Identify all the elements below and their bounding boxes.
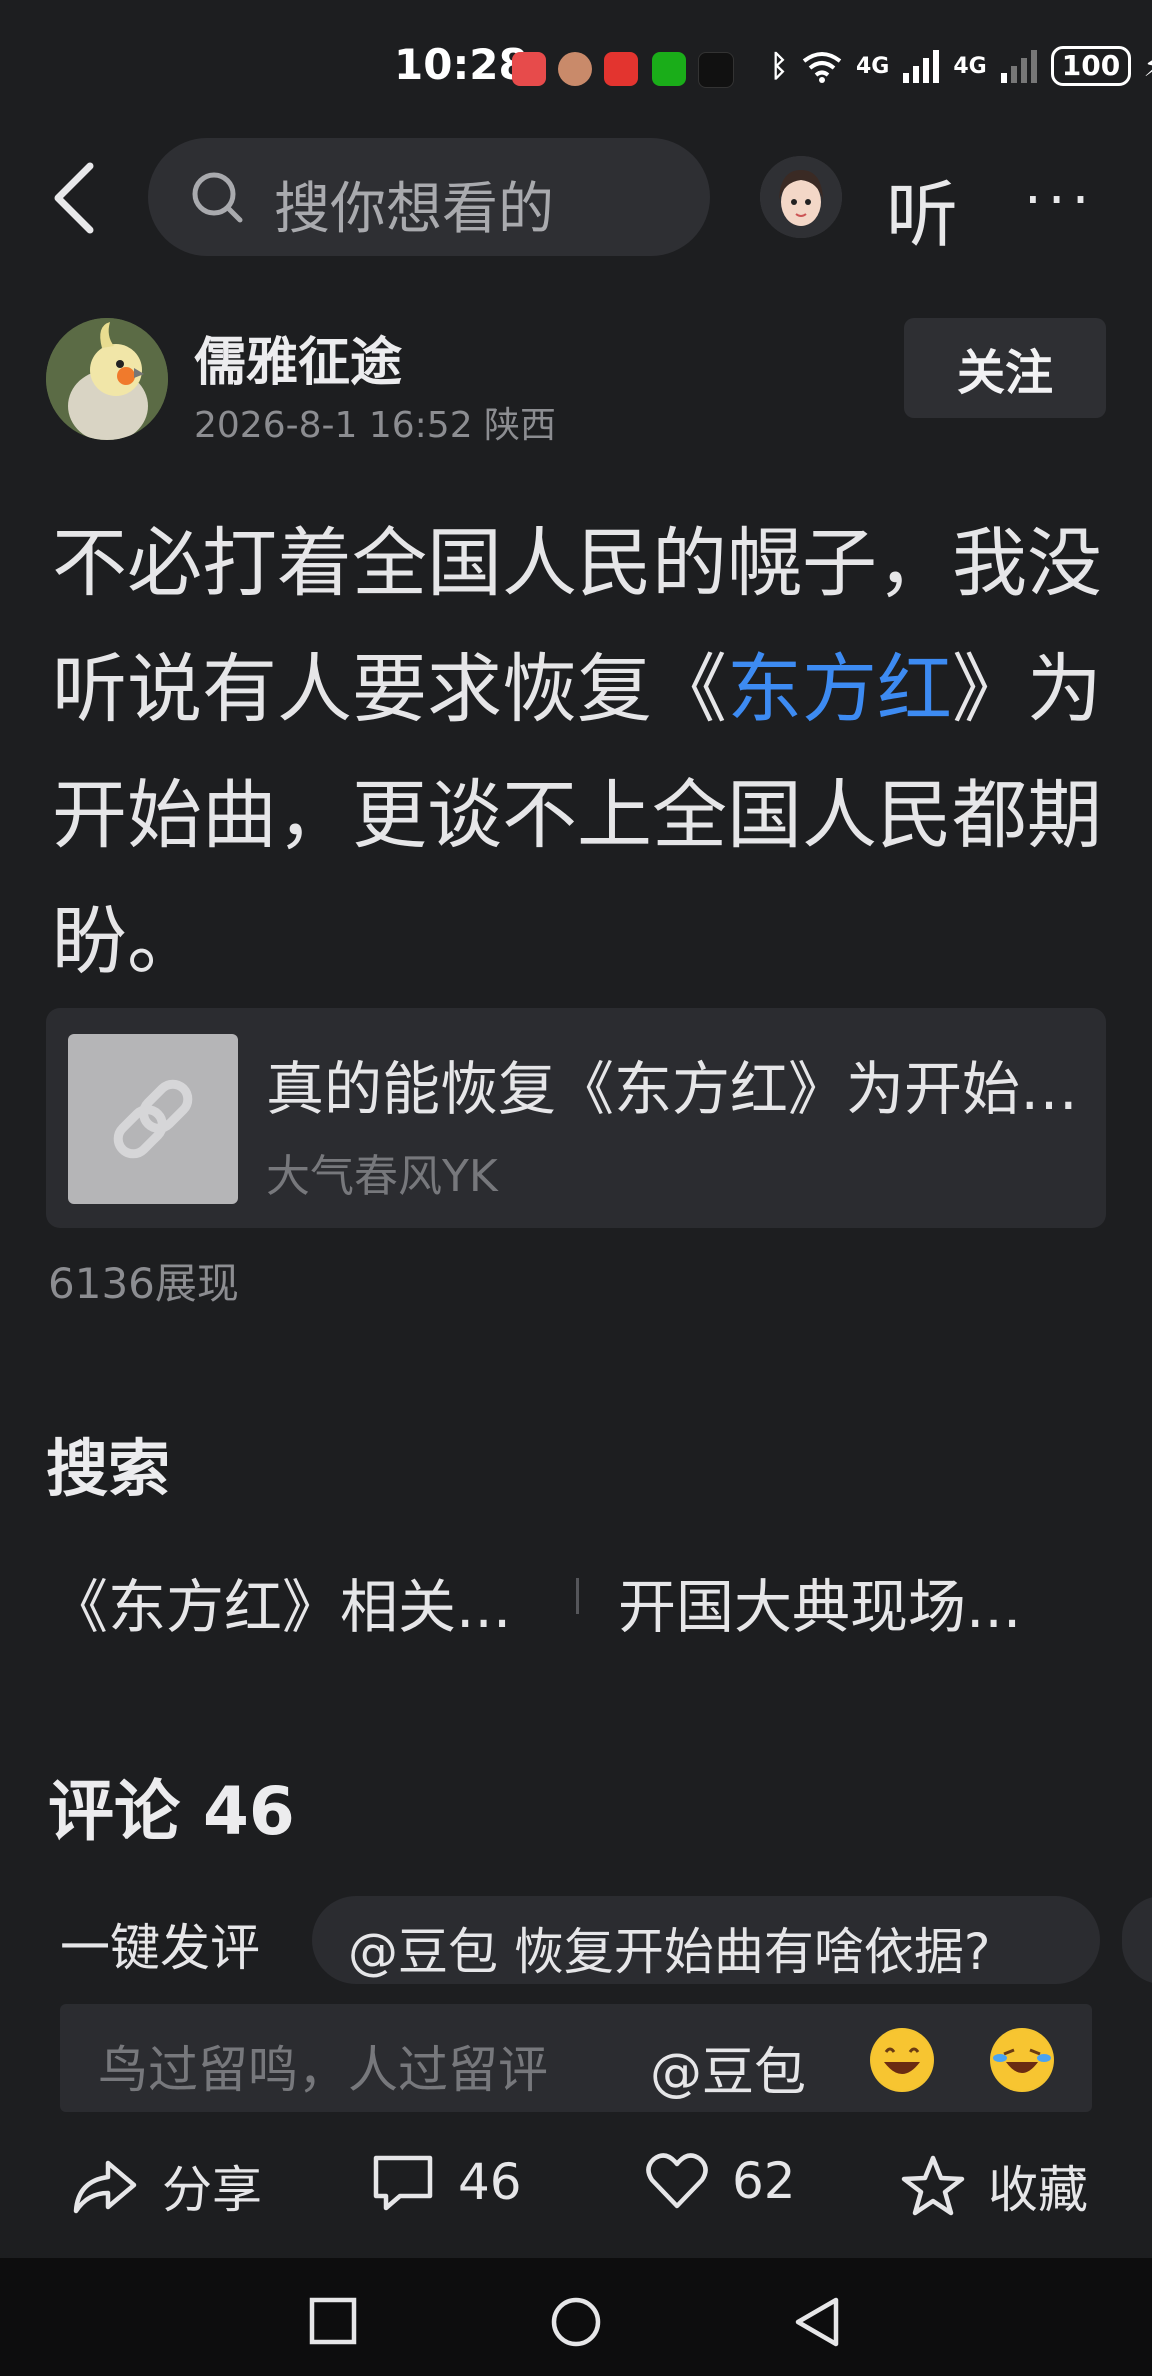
post-body-link[interactable]: 东方红 <box>727 645 952 733</box>
network-4g-label: 4G <box>856 53 890 79</box>
more-options-button[interactable]: ··· <box>1024 168 1095 233</box>
like-count: 62 <box>732 2152 796 2210</box>
bluetooth-icon: ᛒ <box>770 48 788 84</box>
mention-doubao-button[interactable]: @豆包 <box>650 2030 806 2105</box>
quick-comment-label: 一键发评 <box>60 1919 260 1977</box>
comment-count: 46 <box>458 2153 522 2211</box>
comment-button[interactable]: 46 <box>370 2150 522 2214</box>
search-icon <box>192 172 243 223</box>
status-indicators: ᛒ 4G 4G 100 ⚡ <box>770 46 1152 86</box>
back-triangle-icon[interactable] <box>792 2296 842 2348</box>
quick-comment-chip[interactable]: @豆包 恢复开始曲有啥依据? <box>312 1896 1100 1984</box>
search-suggestion[interactable]: 《东方红》相关... <box>50 1560 540 1644</box>
favorite-label: 收藏 <box>988 2161 1088 2219</box>
avatar-app-icon <box>558 52 592 86</box>
crying-laughing-emoji-icon[interactable] <box>990 2028 1054 2092</box>
search-suggestion[interactable]: 开国大典现场... <box>618 1560 1058 1644</box>
home-icon[interactable] <box>550 2296 602 2348</box>
author-avatar[interactable] <box>46 318 168 440</box>
laughing-emoji-icon[interactable] <box>870 2028 934 2092</box>
share-label: 分享 <box>162 2161 262 2219</box>
link-source: 大气春风YK <box>266 1151 498 1202</box>
toutiao-app-icon <box>604 52 638 86</box>
share-icon <box>73 2160 137 2214</box>
system-nav-bar <box>0 2258 1152 2376</box>
link-card[interactable]: 真的能恢复《东方红》为开始曲… 大气春风YK <box>46 1008 1106 1228</box>
cockatiel-avatar-icon <box>46 318 168 440</box>
favorite-button[interactable]: 收藏 <box>900 2150 1088 2222</box>
star-icon <box>901 2155 965 2216</box>
link-thumbnail <box>68 1034 238 1204</box>
signal-weak-icon <box>1000 50 1037 83</box>
search-placeholder: 搜你想看的 <box>274 177 554 242</box>
post-body: 不必打着全国人民的幌子，我没听说有人要求恢复《东方红》为开始曲，更谈不上全国人民… <box>52 500 1112 1004</box>
huawei-app-icon <box>512 52 546 86</box>
follow-button[interactable]: 关注 <box>904 318 1106 418</box>
author-name[interactable]: 儒雅征途 <box>194 320 402 395</box>
comment-icon <box>373 2155 433 2211</box>
comments-heading: 评论 46 <box>48 1773 295 1850</box>
quick-comment-chip-more[interactable] <box>1122 1896 1152 1984</box>
charging-icon: ⚡ <box>1143 49 1152 84</box>
quick-comment-chip-text: @豆包 恢复开始曲有啥依据? <box>348 1923 991 1981</box>
like-button[interactable]: 62 <box>644 2150 796 2212</box>
signal-icon <box>903 50 940 83</box>
link-title: 真的能恢复《东方红》为开始曲… <box>266 1055 1086 1123</box>
recent-apps-icon[interactable] <box>308 2296 358 2346</box>
comment-input[interactable]: 鸟过留鸣，人过留评 @豆包 <box>60 2004 1092 2112</box>
back-arrow-icon[interactable] <box>50 160 98 236</box>
tiktok-app-icon <box>698 52 734 88</box>
assistant-face-icon <box>760 156 842 238</box>
search-section-heading: 搜索 <box>46 1432 171 1505</box>
wifi-icon <box>802 52 842 83</box>
assistant-avatar[interactable] <box>760 156 842 238</box>
battery-indicator: 100 <box>1050 46 1132 86</box>
post-meta: 2026-8-1 16:52 陕西 <box>194 405 557 446</box>
share-button[interactable]: 分享 <box>70 2150 262 2222</box>
suggestion-divider <box>576 1578 579 1614</box>
comment-placeholder: 鸟过留鸣，人过留评 <box>98 2041 548 2099</box>
view-count: 6136展现 <box>48 1259 239 1308</box>
search-input[interactable]: 搜你想看的 <box>148 138 710 256</box>
listen-button[interactable]: 听 <box>886 156 958 261</box>
status-time: 10:28 <box>394 40 528 89</box>
heart-icon <box>646 2153 708 2209</box>
network-4g-label-2: 4G <box>953 53 987 79</box>
wechat-app-icon <box>652 52 686 86</box>
link-icon <box>113 1079 193 1159</box>
